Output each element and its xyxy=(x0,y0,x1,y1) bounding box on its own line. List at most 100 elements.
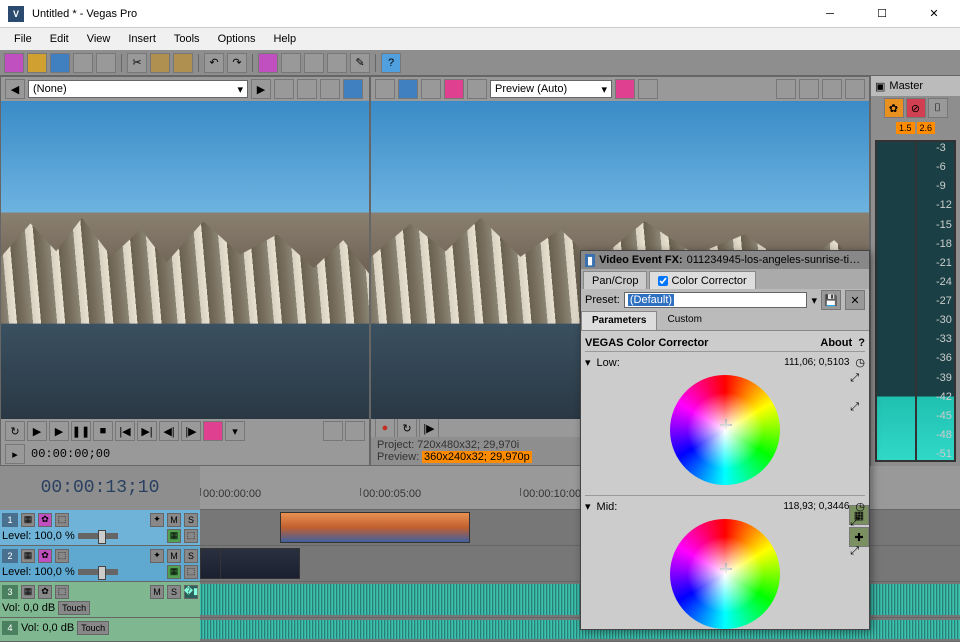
go-start-icon[interactable]: |◀ xyxy=(115,421,135,441)
go-end-icon[interactable]: ▶| xyxy=(137,421,157,441)
brush-icon[interactable]: ✎ xyxy=(350,53,370,73)
trimmer-viewport[interactable] xyxy=(1,101,369,419)
fx-tab-pancrop[interactable]: Pan/Crop xyxy=(583,271,647,289)
preview-quality-dropdown[interactable]: Preview (Auto) ▾ xyxy=(490,80,612,98)
minimize-button[interactable]: ─ xyxy=(812,4,848,24)
preview-speaker-icon[interactable] xyxy=(822,79,842,99)
next-frame-icon[interactable]: |▶ xyxy=(181,421,201,441)
eyedropper-comp-icon[interactable]: ⤢ xyxy=(850,545,859,558)
video-event-fx-panel[interactable]: ▮ Video Event FX: 011234945-los-angeles-… xyxy=(580,250,870,630)
delete-preset-icon[interactable]: ✕ xyxy=(845,290,865,310)
automation-icon[interactable]: ⬚ xyxy=(55,513,69,527)
properties-icon[interactable] xyxy=(96,53,116,73)
menu-options[interactable]: Options xyxy=(210,31,264,47)
cut-icon[interactable]: ✂ xyxy=(127,53,147,73)
snap-icon[interactable] xyxy=(258,53,278,73)
timeline-timecode[interactable]: 00:00:13;10 xyxy=(0,466,200,510)
play-start-icon[interactable]: |▶ xyxy=(419,418,439,438)
mute-button[interactable]: M xyxy=(150,585,164,599)
copy-icon[interactable] xyxy=(150,53,170,73)
preview-opt1-icon[interactable] xyxy=(375,79,395,99)
eyedropper-icon[interactable]: ⤢ xyxy=(850,372,859,385)
track-motion-icon[interactable]: ✦ xyxy=(150,513,164,527)
level-slider[interactable] xyxy=(78,569,118,575)
preview-fx-icon[interactable] xyxy=(444,79,464,99)
bypass-fx-icon[interactable]: ▦ xyxy=(21,549,35,563)
solo-button[interactable]: S xyxy=(184,513,198,527)
chevron-down-icon[interactable]: ▾ xyxy=(811,294,817,307)
menu-edit[interactable]: Edit xyxy=(42,31,77,47)
marker-icon[interactable]: ▸ xyxy=(5,444,25,464)
automation-icon[interactable]: ⬚ xyxy=(55,549,69,563)
parent-icon[interactable]: ⬚ xyxy=(184,529,198,543)
save-preset-icon[interactable]: 💾 xyxy=(821,290,841,310)
fx-panel-titlebar[interactable]: ▮ Video Event FX: 011234945-los-angeles-… xyxy=(581,251,869,269)
play-start-icon[interactable]: ▶ xyxy=(49,421,69,441)
preview-safe-icon[interactable] xyxy=(615,79,635,99)
video-clip[interactable] xyxy=(280,512,470,543)
solo-button[interactable]: S xyxy=(167,585,181,599)
fx-low-value[interactable]: 111,06; 0,5103 xyxy=(784,357,849,368)
menu-view[interactable]: View xyxy=(79,31,119,47)
help-icon[interactable]: ? xyxy=(381,53,401,73)
fx-help-icon[interactable]: ? xyxy=(858,337,865,349)
track-motion-icon[interactable]: ✦ xyxy=(150,549,164,563)
level-slider[interactable] xyxy=(78,533,118,539)
trimmer-chevron-left-icon[interactable]: ◀ xyxy=(5,79,25,99)
compositing-icon[interactable]: ▦ xyxy=(167,565,181,579)
preview-overlays-icon[interactable] xyxy=(638,79,658,99)
track-header-audio-3[interactable]: 3 ▦ ✿ ⬚ M S �▮ Vol: 0,0 dB Touch xyxy=(0,582,200,617)
fx-about-link[interactable]: About xyxy=(820,337,852,349)
video-clip[interactable] xyxy=(220,548,300,579)
fx-enable-checkbox[interactable] xyxy=(658,276,668,286)
mark-in-icon[interactable] xyxy=(323,421,343,441)
trimmer-opt3-icon[interactable] xyxy=(320,79,340,99)
color-wheel-mid[interactable] xyxy=(670,519,780,629)
track-fx-icon[interactable]: ✿ xyxy=(38,549,52,563)
keyframe-icon[interactable]: ◷ xyxy=(855,356,865,369)
mark-out-icon[interactable] xyxy=(345,421,365,441)
preview-snapshot-icon[interactable] xyxy=(776,79,796,99)
undo-icon[interactable]: ↶ xyxy=(204,53,224,73)
trimmer-monitor-icon[interactable] xyxy=(343,79,363,99)
save-icon[interactable] xyxy=(50,53,70,73)
master-peak-left[interactable]: 1.5 xyxy=(896,122,915,134)
collapse-icon[interactable]: ▾ xyxy=(585,500,591,513)
parent-icon[interactable]: ⬚ xyxy=(184,565,198,579)
trimmer-source-dropdown[interactable]: (None) ▾ xyxy=(28,80,248,98)
master-auto-icon[interactable]: ⌷ xyxy=(928,98,948,118)
eyedropper-comp-icon[interactable]: ⤢ xyxy=(850,401,859,414)
play-icon[interactable]: ▶ xyxy=(27,421,47,441)
close-button[interactable]: ✕ xyxy=(916,4,952,24)
open-icon[interactable] xyxy=(27,53,47,73)
touch-dropdown[interactable]: Touch xyxy=(77,621,109,635)
keyframe-icon[interactable]: ◷ xyxy=(855,500,865,513)
redo-icon[interactable]: ↷ xyxy=(227,53,247,73)
trimmer-opt1-icon[interactable] xyxy=(274,79,294,99)
master-peak-right[interactable]: 2.6 xyxy=(917,122,936,134)
color-wheel-low[interactable] xyxy=(670,375,780,485)
menu-help[interactable]: Help xyxy=(265,31,304,47)
touch-dropdown[interactable]: Touch xyxy=(58,601,90,615)
track-fx-icon[interactable]: ✿ xyxy=(38,513,52,527)
bypass-fx-icon[interactable]: ▦ xyxy=(21,513,35,527)
fx-mid-value[interactable]: 118,93; 0,3446 xyxy=(783,501,849,512)
ripple-icon[interactable] xyxy=(281,53,301,73)
preview-split-icon[interactable] xyxy=(467,79,487,99)
compositing-icon[interactable]: ▦ xyxy=(167,529,181,543)
mute-button[interactable]: M xyxy=(167,549,181,563)
render-icon[interactable] xyxy=(73,53,93,73)
trimmer-opt2-icon[interactable] xyxy=(297,79,317,99)
pause-icon[interactable]: ❚❚ xyxy=(71,421,91,441)
preview-ext-icon[interactable] xyxy=(799,79,819,99)
arm-record-icon[interactable]: ▦ xyxy=(21,585,35,599)
fx-subtab-parameters[interactable]: Parameters xyxy=(581,311,657,330)
loop-icon[interactable]: ↻ xyxy=(5,421,25,441)
prev-frame-icon[interactable]: ◀| xyxy=(159,421,179,441)
preview-opt2-icon[interactable] xyxy=(421,79,441,99)
eyedropper-icon[interactable]: ⤢ xyxy=(850,516,859,529)
fx-tab-colorcorrector[interactable]: Color Corrector xyxy=(649,271,755,289)
more-icon[interactable]: ▾ xyxy=(225,421,245,441)
trimmer-chevron-right-icon[interactable]: ▶ xyxy=(251,79,271,99)
preview-dim-icon[interactable] xyxy=(845,79,865,99)
